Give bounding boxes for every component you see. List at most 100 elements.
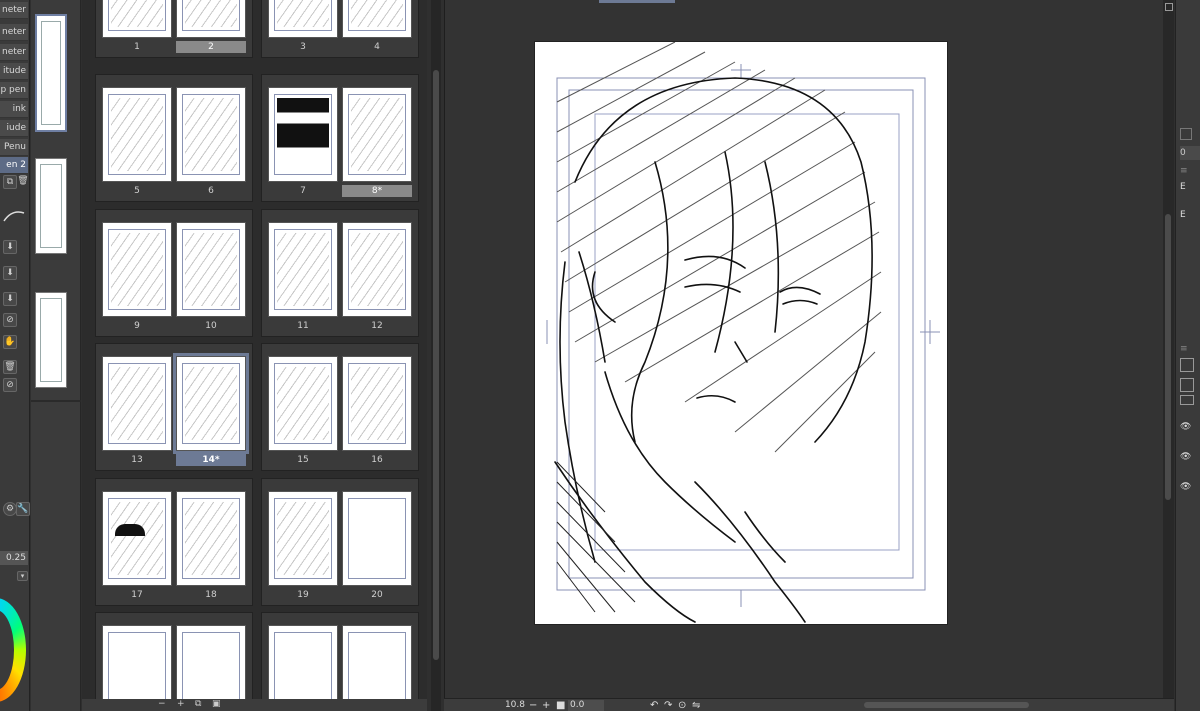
navigator-thumbnail[interactable] xyxy=(35,158,67,254)
page-sketch xyxy=(277,367,329,440)
zoom-level[interactable]: 10.8 xyxy=(501,700,525,711)
zoom-out-button[interactable]: − xyxy=(529,699,537,711)
page-thumbnail[interactable] xyxy=(342,87,412,182)
page-thumbnail[interactable] xyxy=(176,222,246,317)
subtool-label: iude xyxy=(6,123,26,133)
page-sketch xyxy=(351,367,403,440)
page-sketch xyxy=(351,233,403,306)
fit-screen-icon[interactable]: ■ xyxy=(556,699,565,711)
page-thumbnail[interactable] xyxy=(102,0,172,38)
page-thumbnail[interactable] xyxy=(102,356,172,451)
page-number: 5 xyxy=(134,186,140,196)
page-number: 4 xyxy=(374,42,380,52)
reset-rotation-icon[interactable]: ⊙ xyxy=(678,699,686,711)
scrollbar-thumb[interactable] xyxy=(1165,214,1171,500)
page-number: 1 xyxy=(134,42,140,52)
no-entry-icon[interactable]: ⊘ xyxy=(3,313,17,327)
eye-icon[interactable]: 👁 xyxy=(1180,480,1200,494)
rotation-angle[interactable]: 0.0 xyxy=(568,700,604,711)
page-manager-scrollbar[interactable] xyxy=(431,0,441,711)
subtool-item[interactable]: Penu xyxy=(0,139,28,156)
page-settings-icon[interactable]: ▣ xyxy=(212,699,221,709)
layer-list-icon[interactable] xyxy=(1180,395,1194,405)
settings-icon[interactable]: ⚙ xyxy=(3,502,17,516)
page-thumbnail[interactable] xyxy=(102,87,172,182)
page-thumbnail[interactable] xyxy=(342,0,412,38)
zoom-in-button[interactable]: + xyxy=(542,699,550,711)
zoom-in-icon[interactable]: + xyxy=(177,699,185,709)
subtool-item[interactable]: ink xyxy=(0,101,28,118)
hand-icon[interactable]: ✋ xyxy=(3,335,17,349)
chevron-down-icon[interactable]: ▾ xyxy=(17,571,28,581)
page-number: 15 xyxy=(297,455,309,465)
page-thumbnail[interactable] xyxy=(268,0,338,38)
canvas-vertical-scrollbar[interactable] xyxy=(1163,0,1174,698)
page-thumbnail[interactable] xyxy=(268,87,338,182)
brush-size-field[interactable]: 0.25 xyxy=(0,551,28,565)
download-icon[interactable]: ⬇ xyxy=(3,292,17,306)
download-icon[interactable]: ⬇ xyxy=(3,240,17,254)
page-thumbnail[interactable] xyxy=(176,491,246,586)
subtool-item[interactable]: neter xyxy=(0,24,28,41)
page-thumbnail[interactable] xyxy=(342,356,412,451)
page-thumbnail[interactable] xyxy=(102,222,172,317)
page-thumbnail[interactable] xyxy=(342,222,412,317)
rotate-right-icon[interactable]: ↷ xyxy=(664,699,672,711)
subtool-item[interactable]: itude xyxy=(0,63,28,80)
page-number: 9 xyxy=(134,321,140,331)
page-sketch xyxy=(111,233,163,306)
eye-icon[interactable]: 👁 xyxy=(1180,420,1200,434)
rotate-left-icon[interactable]: ↶ xyxy=(650,699,658,711)
page-thumbnail[interactable] xyxy=(176,0,246,38)
panel-value-field[interactable]: 0 xyxy=(1180,146,1200,160)
brush-preview-icon xyxy=(2,205,26,227)
navigator-thumbnail[interactable] xyxy=(35,292,67,388)
page-thumbnail[interactable] xyxy=(176,87,246,182)
flip-horizontal-icon[interactable]: ⇋ xyxy=(692,699,700,711)
menu-icon[interactable]: ≡ xyxy=(1180,164,1200,178)
page-sketch xyxy=(185,98,237,171)
page-sketch xyxy=(111,98,163,171)
subtool-item[interactable]: p pen xyxy=(0,82,28,99)
layer-square-icon[interactable] xyxy=(1180,378,1194,392)
subtool-item-active[interactable]: en 2 xyxy=(0,157,28,174)
canvas-tab-indicator[interactable] xyxy=(599,0,675,3)
page-layout-icon[interactable]: ⧉ xyxy=(195,699,201,709)
page-thumbnail[interactable] xyxy=(268,356,338,451)
eye-icon[interactable]: 👁 xyxy=(1180,450,1200,464)
zoom-out-icon[interactable]: − xyxy=(158,699,166,709)
navigator-strip xyxy=(31,0,81,711)
page-thumbnail[interactable] xyxy=(342,491,412,586)
layer-square-icon[interactable] xyxy=(1180,358,1194,372)
subtool-item[interactable]: neter xyxy=(0,2,28,19)
panel-toggle-icon[interactable] xyxy=(1180,128,1192,140)
page-thumbnail[interactable] xyxy=(268,491,338,586)
canvas-page[interactable] xyxy=(535,41,947,624)
panel-label: E xyxy=(1180,182,1186,192)
wrench-icon[interactable]: 🔧 xyxy=(16,502,30,516)
no-entry-icon[interactable]: ⊘ xyxy=(3,378,17,392)
subtool-item[interactable]: iude xyxy=(0,120,28,137)
page-sketch xyxy=(351,0,403,27)
page-thumbnail[interactable] xyxy=(268,222,338,317)
subtool-item[interactable]: neter xyxy=(0,44,28,61)
page-thumbnail[interactable] xyxy=(102,491,172,586)
copy-subtool-icon[interactable]: ⧉ xyxy=(3,175,17,189)
page-number: 2 xyxy=(176,41,246,53)
thumbnail-frame xyxy=(40,298,62,382)
window-restore-icon[interactable] xyxy=(1165,3,1173,11)
horizontal-scrollbar-thumb[interactable] xyxy=(864,702,1029,708)
menu-icon[interactable]: ≡ xyxy=(1180,342,1200,356)
page-number: 11 xyxy=(297,321,309,331)
page-thumbnail[interactable] xyxy=(176,356,246,451)
trash-icon[interactable]: 🗑 xyxy=(16,175,30,189)
page-sketch xyxy=(111,0,163,27)
canvas-area[interactable] xyxy=(444,0,1174,698)
navigator-thumbnail[interactable] xyxy=(35,14,67,132)
subtool-label: neter xyxy=(1,5,26,15)
download-icon[interactable]: ⬇ xyxy=(3,266,17,280)
page-sketch xyxy=(277,0,329,27)
subtool-label: p pen xyxy=(0,85,26,95)
scrollbar-thumb[interactable] xyxy=(433,70,439,660)
trash-icon[interactable]: 🗑 xyxy=(3,360,17,374)
